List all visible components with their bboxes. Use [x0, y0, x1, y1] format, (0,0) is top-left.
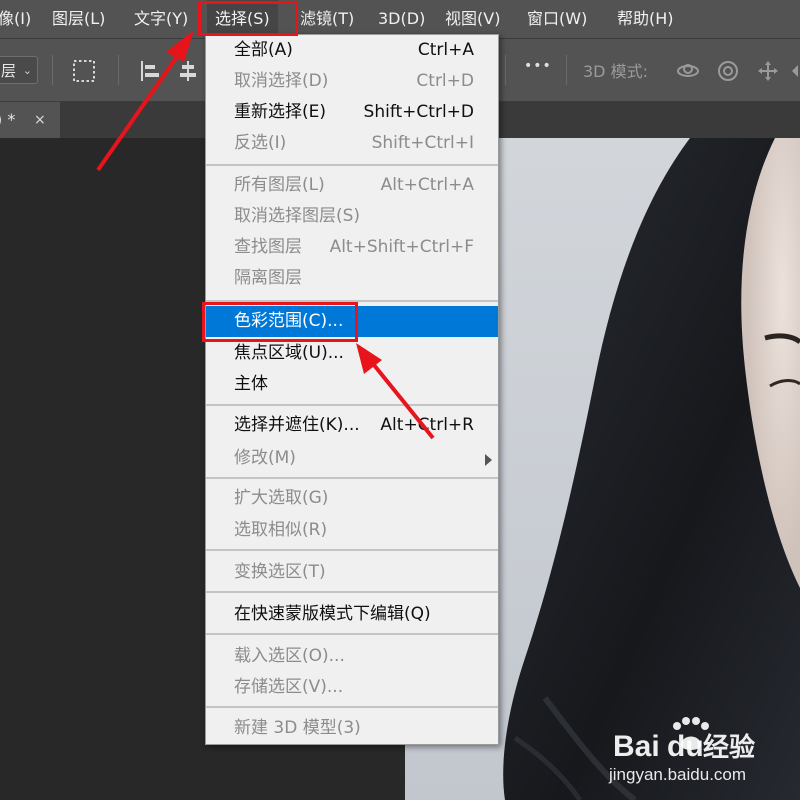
baidu-watermark: Bai du 经验 jingyan.baidu.com: [595, 712, 795, 792]
watermark-brand-right: du: [667, 730, 704, 763]
annotation-arrow-icon: [356, 343, 435, 440]
watermark-brand-cn: 经验: [703, 732, 755, 763]
annotation-arrows: [96, 30, 435, 440]
watermark-brand-left: Bai: [613, 730, 660, 763]
annotation-arrow-icon: [96, 30, 194, 172]
watermark-url: jingyan.baidu.com: [608, 765, 746, 784]
baidu-paw-logo-icon: Bai du 经验 jingyan.baidu.com: [608, 717, 755, 784]
